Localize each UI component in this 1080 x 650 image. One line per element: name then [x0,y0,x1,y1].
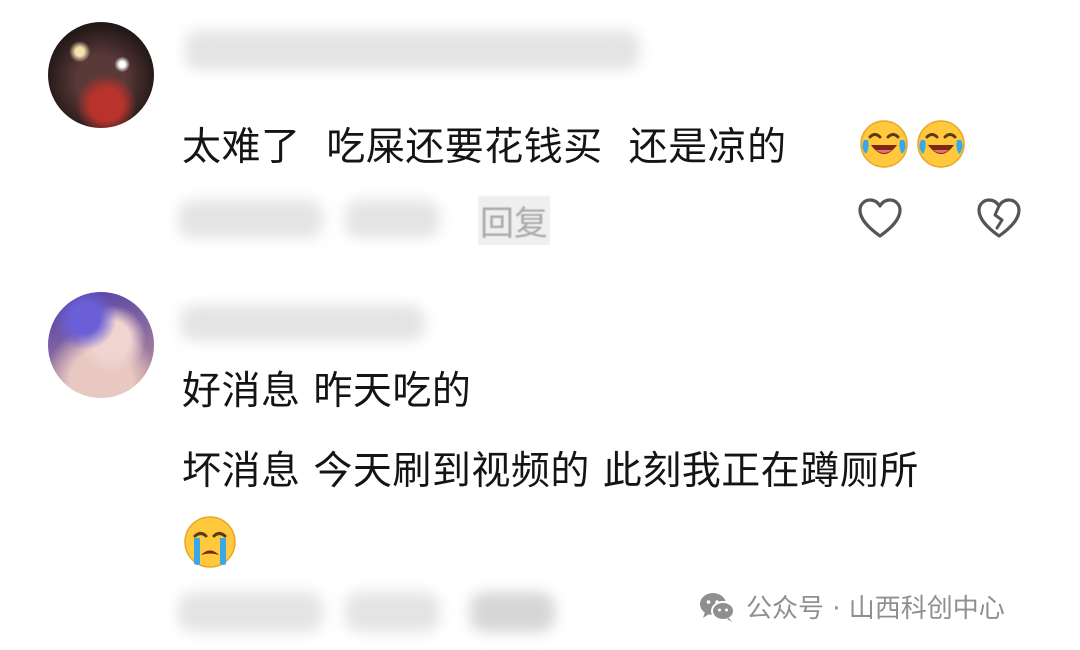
comment-timestamp-redacted [178,200,323,238]
avatar[interactable] [48,22,154,128]
laughing-crying-emoji [860,120,908,168]
watermark: 公众号 · 山西科创中心 [698,588,1005,625]
wechat-icon [700,592,735,622]
comment-location-redacted [345,592,440,632]
reply-button[interactable]: 回复 [478,196,550,245]
heart-outline-icon[interactable] [856,195,904,241]
username-redacted[interactable] [180,305,425,341]
laughing-crying-emoji [917,120,965,168]
broken-heart-outline-icon[interactable] [975,195,1023,241]
avatar[interactable] [48,292,154,398]
comment-timestamp-redacted [178,592,323,632]
comment-text-line: 好消息 昨天吃的 [182,369,472,414]
comment-location-redacted [345,200,440,238]
reply-button-redacted[interactable] [470,592,555,632]
username-redacted[interactable] [185,30,640,70]
comment-list: 太难了 吃屎还要花钱买 还是凉的 回复 好消息 昨天吃的 坏消息 今天刷到视频的… [0,0,1080,650]
watermark-text: 公众号 · 山西科创中心 [746,594,1005,624]
comment-text: 太难了 吃屎还要花钱买 还是凉的 [182,125,787,170]
crying-emoji [184,516,236,568]
comment-text-line: 坏消息 今天刷到视频的 此刻我正在蹲厕所 [182,449,919,494]
